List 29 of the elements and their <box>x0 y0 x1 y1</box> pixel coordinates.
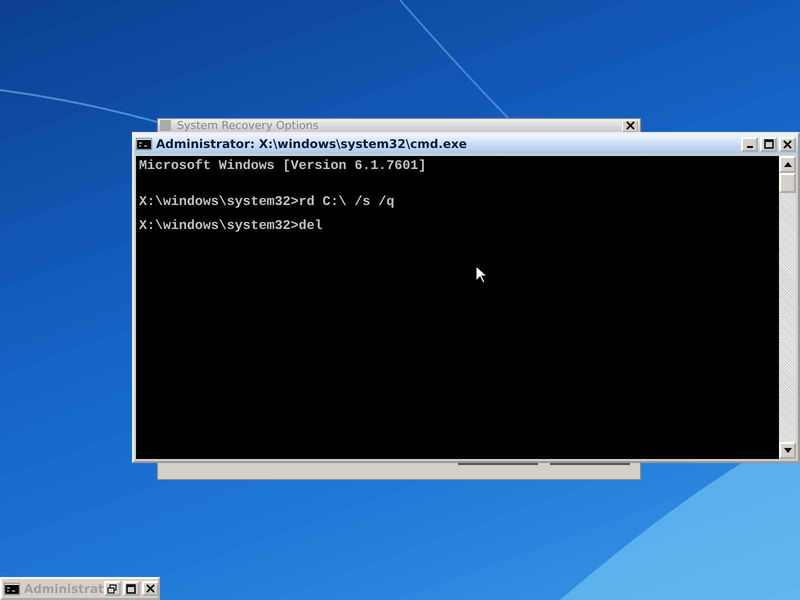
close-icon <box>783 140 792 148</box>
up-arrow-icon <box>784 162 792 167</box>
restore-icon <box>107 584 118 594</box>
console-output: Microsoft Windows [Version 6.1.7601] <box>139 160 428 172</box>
minimize-button[interactable] <box>741 136 758 152</box>
command-line: X:\windows\system32>rd C:\ /s /q <box>139 196 396 208</box>
window-title: Administrator: X:\windows\system32\cmd.exe <box>156 137 468 151</box>
app-icon <box>160 120 171 131</box>
close-button[interactable] <box>779 136 796 152</box>
console-icon <box>4 582 20 594</box>
maximize-icon <box>126 584 136 594</box>
window-title: System Recovery Options <box>177 120 320 132</box>
close-icon <box>146 584 155 593</box>
scroll-thumb[interactable] <box>779 173 796 193</box>
maximize-button[interactable] <box>122 581 140 596</box>
down-arrow-icon <box>784 448 792 453</box>
close-icon <box>626 121 634 130</box>
maximize-icon <box>764 139 774 149</box>
scroll-up-button[interactable] <box>779 156 796 173</box>
close-button[interactable] <box>622 120 638 132</box>
vertical-scrollbar[interactable] <box>779 156 796 459</box>
restore-button[interactable] <box>104 581 121 596</box>
console-icon <box>136 138 152 150</box>
minimize-icon <box>746 146 752 148</box>
close-button[interactable] <box>142 581 159 596</box>
mouse-pointer-icon <box>475 265 487 284</box>
maximize-button[interactable] <box>760 136 777 152</box>
command-line: X:\windows\system32>del <box>139 220 324 232</box>
scroll-down-button[interactable] <box>779 442 796 459</box>
